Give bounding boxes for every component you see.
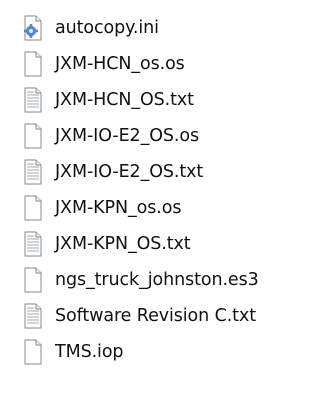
file-name: autocopy.ini bbox=[55, 18, 159, 38]
blank-file-icon bbox=[22, 267, 44, 293]
file-item-jxm-hcn-os-txt[interactable]: JXM-HCN_OS.txt bbox=[22, 82, 322, 118]
file-name: ngs_truck_johnston.es3 bbox=[55, 270, 259, 290]
file-name: JXM-IO-E2_OS.os bbox=[55, 126, 200, 146]
file-item-jxm-kpn-os-os[interactable]: JXM-KPN_os.os bbox=[22, 190, 322, 226]
file-item-jxm-io-e2-os-os[interactable]: JXM-IO-E2_OS.os bbox=[22, 118, 322, 154]
file-name: JXM-KPN_os.os bbox=[55, 198, 182, 218]
file-item-jxm-hcn-os-os[interactable]: JXM-HCN_os.os bbox=[22, 46, 322, 82]
text-file-icon bbox=[22, 231, 44, 257]
text-file-icon bbox=[22, 159, 44, 185]
file-item-ngs-truck-johnston-es3[interactable]: ngs_truck_johnston.es3 bbox=[22, 262, 322, 298]
file-name: JXM-KPN_OS.txt bbox=[55, 234, 191, 254]
file-name: JXM-HCN_OS.txt bbox=[55, 90, 194, 110]
file-name: JXM-IO-E2_OS.txt bbox=[55, 162, 204, 182]
file-item-software-revision-c-txt[interactable]: Software Revision C.txt bbox=[22, 298, 322, 334]
file-name: TMS.iop bbox=[55, 342, 124, 362]
settings-file-icon bbox=[22, 15, 44, 41]
file-item-jxm-kpn-os-txt[interactable]: JXM-KPN_OS.txt bbox=[22, 226, 322, 262]
file-name: JXM-HCN_os.os bbox=[55, 54, 185, 74]
blank-file-icon bbox=[22, 195, 44, 221]
file-item-jxm-io-e2-os-txt[interactable]: JXM-IO-E2_OS.txt bbox=[22, 154, 322, 190]
file-item-autocopy-ini[interactable]: autocopy.ini bbox=[22, 10, 322, 46]
file-list: autocopy.ini JXM-HCN_os.os JXM-HCN_OS.tx… bbox=[0, 0, 322, 410]
file-item-tms-iop[interactable]: TMS.iop bbox=[22, 334, 322, 370]
text-file-icon bbox=[22, 303, 44, 329]
blank-file-icon bbox=[22, 123, 44, 149]
blank-file-icon bbox=[22, 339, 44, 365]
blank-file-icon bbox=[22, 51, 44, 77]
file-name: Software Revision C.txt bbox=[55, 306, 256, 326]
text-file-icon bbox=[22, 87, 44, 113]
